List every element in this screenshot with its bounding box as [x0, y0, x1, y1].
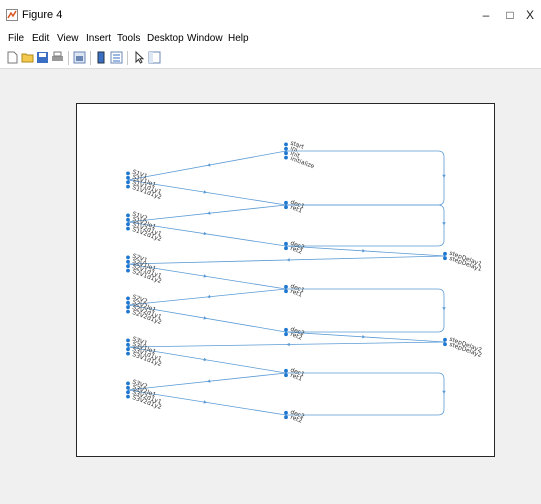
graph-edge [286, 150, 445, 206]
graph-node-marker[interactable] [443, 342, 447, 347]
graph-node-label: initialize [289, 155, 315, 170]
graph-node-marker[interactable] [443, 337, 447, 342]
graph-node-marker[interactable] [284, 410, 288, 415]
graph-node-marker[interactable] [126, 268, 130, 273]
toolbar-separator [68, 51, 69, 65]
edge-arrow [362, 335, 366, 339]
graph-node-marker[interactable] [284, 146, 288, 151]
graph-edge [286, 372, 445, 416]
graph-node-marker[interactable] [126, 180, 130, 185]
graph-node-marker[interactable] [126, 296, 130, 301]
edge-arrow [362, 249, 366, 253]
graph-node-marker[interactable] [284, 289, 288, 294]
graph-node-marker[interactable] [126, 171, 130, 176]
edge-arrow [203, 274, 207, 278]
menu-view[interactable]: View [57, 33, 79, 44]
matlab-figure-icon [6, 9, 18, 21]
toolbar-separator [127, 51, 128, 65]
graph-node-marker[interactable] [284, 200, 288, 205]
property-inspector-icon[interactable] [148, 51, 161, 64]
graph-node-marker[interactable] [126, 394, 130, 399]
edge-arrow [207, 163, 211, 167]
menu-insert[interactable]: Insert [86, 33, 111, 44]
insert-legend-icon[interactable] [110, 51, 123, 64]
print-icon[interactable] [51, 51, 64, 64]
graph-node-marker[interactable] [126, 351, 130, 356]
graph-node-marker[interactable] [284, 205, 288, 210]
graph-node-marker[interactable] [284, 368, 288, 373]
graph-node-marker[interactable] [126, 338, 130, 343]
graph-node-marker[interactable] [443, 256, 447, 261]
edge-arrow [203, 400, 207, 404]
edge-arrow [207, 294, 211, 299]
edge-arrow [286, 342, 290, 347]
new-figure-icon[interactable] [6, 51, 19, 64]
plot-axes[interactable]: start ini init initialize S1V1 S1V1lo1 S1V1d1y… [76, 103, 495, 457]
graph-node-marker[interactable] [126, 381, 130, 386]
graph-node-marker[interactable] [126, 175, 130, 180]
graph-node-marker[interactable] [126, 255, 130, 260]
link-plot-icon[interactable] [73, 51, 86, 64]
graph-node-marker[interactable] [126, 184, 130, 189]
menu-file[interactable]: File [8, 33, 24, 44]
menu-desktop[interactable]: Desktop [147, 33, 184, 44]
graph-node-marker[interactable] [284, 151, 288, 156]
graph-edge [286, 288, 445, 333]
menu-edit[interactable]: Edit [32, 33, 49, 44]
edge-arrow [286, 258, 290, 262]
graph-node-marker[interactable] [126, 390, 130, 395]
graph-node-marker[interactable] [126, 342, 130, 347]
graph-node-marker[interactable] [126, 305, 130, 310]
close-button[interactable]: X [521, 5, 539, 25]
edge-arrow [203, 190, 207, 194]
graph-node-marker[interactable] [284, 155, 288, 160]
graph-node-marker[interactable] [126, 347, 130, 352]
graph-node-marker[interactable] [443, 251, 447, 256]
graph-node-marker[interactable] [284, 284, 288, 289]
graph-node-marker[interactable] [284, 332, 288, 337]
graph-node-marker[interactable] [126, 385, 130, 390]
graph-node-marker[interactable] [284, 327, 288, 332]
edge-arrow [207, 211, 211, 215]
digraph-plot: startiniinitinitializeS1V1S1V1lo1S1V1d1y… [126, 140, 483, 425]
edit-plot-icon[interactable] [133, 51, 146, 64]
graph-node-marker[interactable] [284, 246, 288, 251]
menu-bar: File Edit View Insert Tools Desktop Wind… [0, 30, 541, 48]
graph-node-marker[interactable] [126, 226, 130, 231]
graph-node-marker[interactable] [284, 415, 288, 420]
edge-arrow [442, 222, 446, 226]
graph-edge [286, 204, 445, 247]
graph-node-marker[interactable] [126, 300, 130, 305]
edge-arrow [207, 379, 211, 383]
graph-node-marker[interactable] [126, 213, 130, 218]
graph-node-marker[interactable] [126, 259, 130, 264]
menu-tools[interactable]: Tools [117, 33, 140, 44]
menu-window[interactable]: Window [187, 33, 223, 44]
window-titlebar: Figure 4 – □ X [0, 0, 541, 30]
window-title: Figure 4 [22, 9, 63, 21]
graph-node-marker[interactable] [284, 142, 288, 147]
graph-node-marker[interactable] [126, 309, 130, 314]
open-file-icon[interactable] [21, 51, 34, 64]
edge-arrow [442, 307, 446, 311]
edge-arrow [203, 357, 207, 362]
edge-arrow [442, 390, 446, 394]
edge-arrow [203, 316, 207, 320]
figure-toolbar [0, 48, 541, 69]
menu-help[interactable]: Help [228, 33, 249, 44]
maximize-button[interactable]: □ [498, 5, 522, 25]
graph-node-marker[interactable] [126, 217, 130, 222]
graph-node-marker[interactable] [284, 241, 288, 246]
insert-colorbar-icon[interactable] [95, 51, 108, 64]
graph-node-marker[interactable] [284, 373, 288, 378]
edge-arrow [442, 174, 446, 178]
graph-node-marker[interactable] [126, 264, 130, 269]
toolbar-separator [90, 51, 91, 65]
graph-node-marker[interactable] [126, 222, 130, 227]
minimize-button[interactable]: – [474, 5, 498, 25]
save-icon[interactable] [36, 51, 49, 64]
